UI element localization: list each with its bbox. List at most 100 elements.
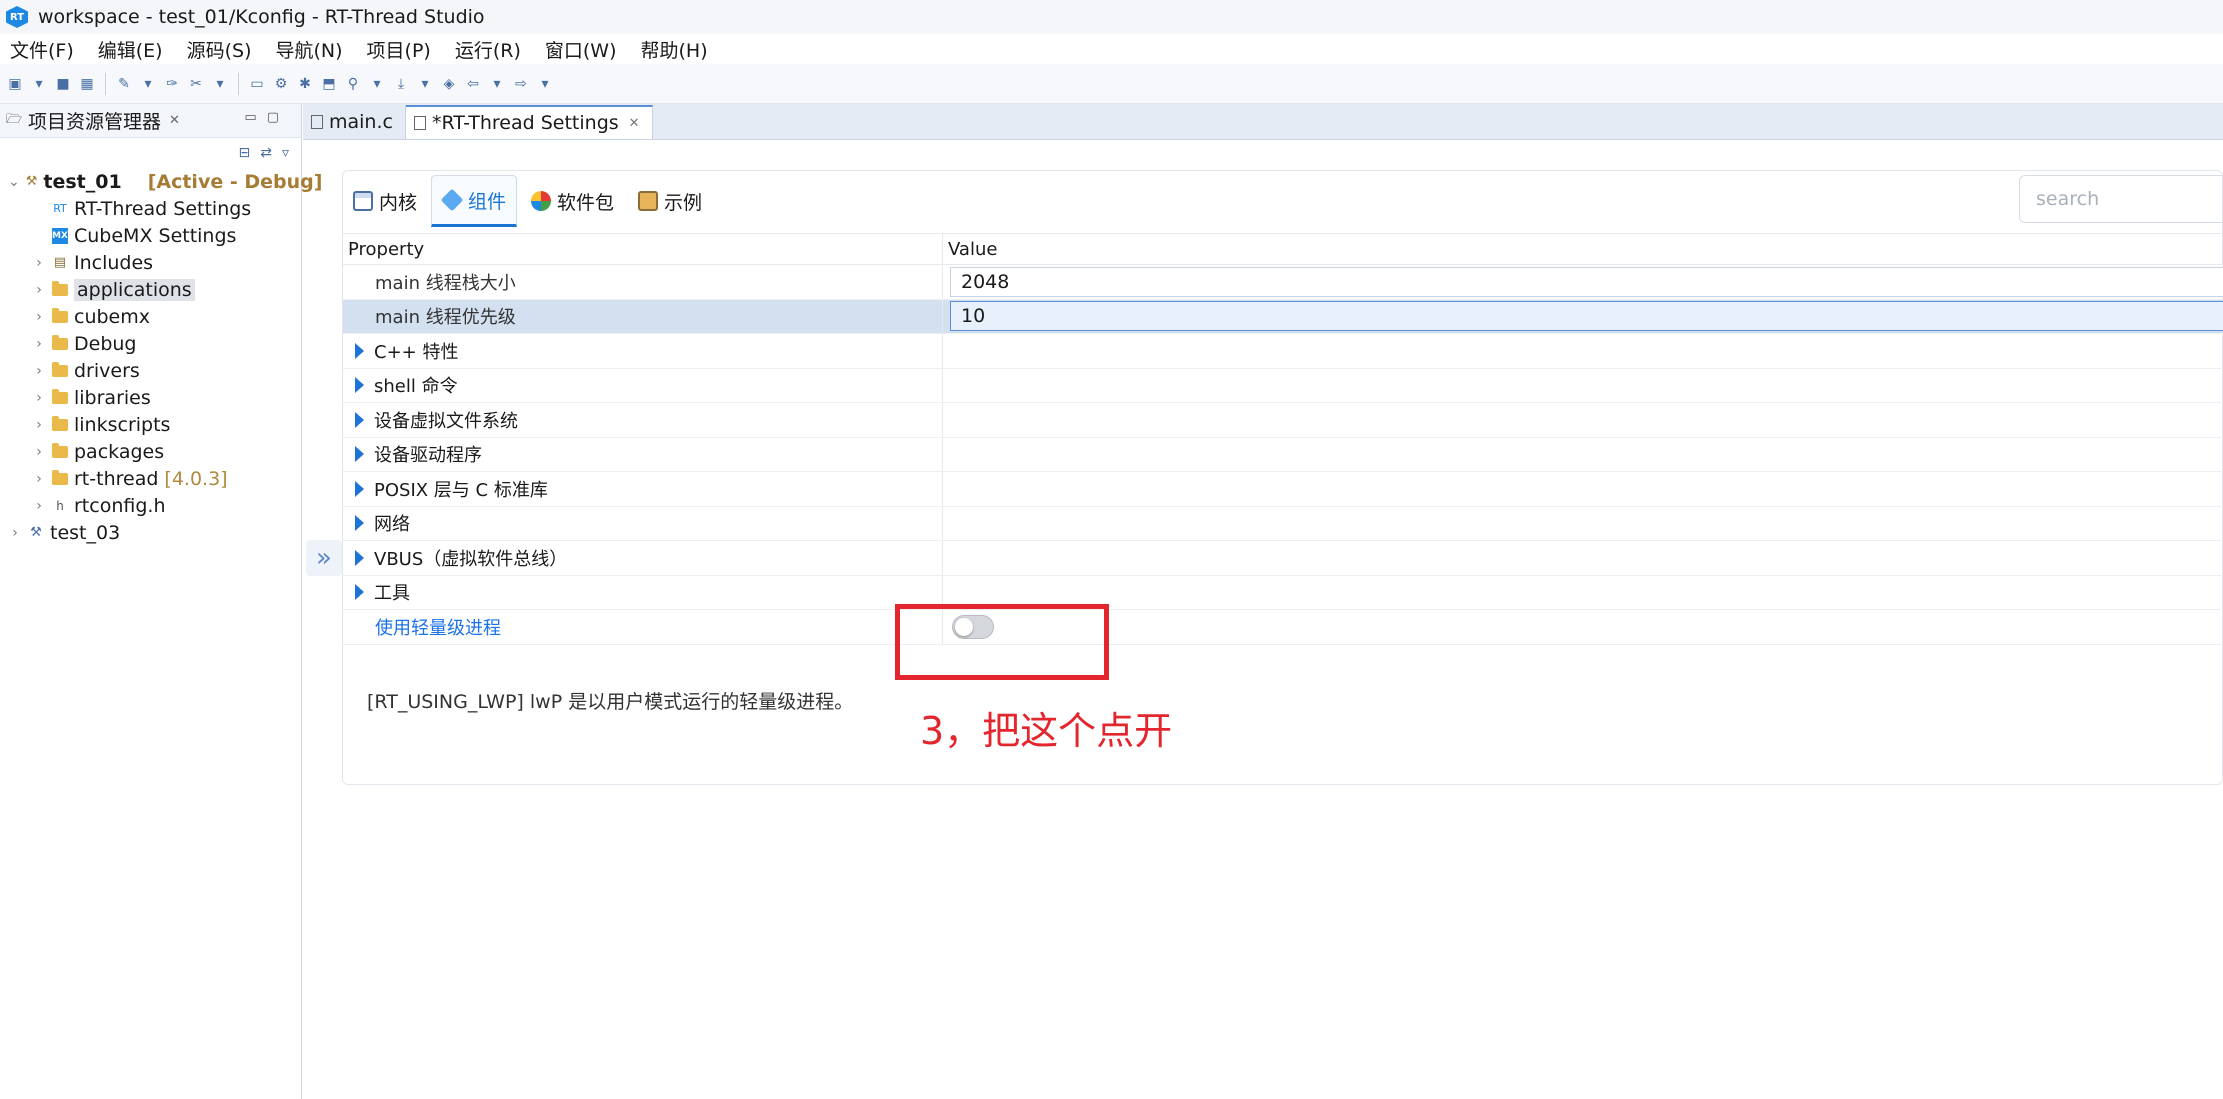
property-cell: 设备驱动程序 xyxy=(343,437,943,471)
dropdown-icon[interactable]: ▾ xyxy=(211,75,229,93)
flash-icon[interactable]: ⤓ xyxy=(392,75,410,93)
tree-item-libraries[interactable]: › libraries xyxy=(0,384,301,411)
folder-icon xyxy=(52,361,68,377)
row-use-lwp[interactable]: 使用轻量级进程 xyxy=(343,610,2223,645)
chevron-down-icon[interactable]: ⌄ xyxy=(8,174,20,190)
tree-item-cubemx-settings[interactable]: MX CubeMX Settings xyxy=(0,222,301,249)
rebuild-icon[interactable]: ✑ xyxy=(163,75,181,93)
expand-arrow-icon[interactable] xyxy=(355,342,364,359)
search-icon[interactable]: ⚲ xyxy=(344,75,362,93)
tree-project-test03[interactable]: › ⚒ test_03 xyxy=(0,519,301,546)
download-icon[interactable]: ⬒ xyxy=(320,75,338,93)
save-all-icon[interactable]: ▦ xyxy=(78,75,96,93)
menu-run[interactable]: 运行(R) xyxy=(455,36,521,63)
tab-rt-thread-settings[interactable]: *RT-Thread Settings ✕ xyxy=(405,105,653,139)
collapse-all-icon[interactable]: ⊟ xyxy=(239,145,251,161)
tree-label: packages xyxy=(74,440,165,463)
tree-item-rtconfig[interactable]: › h rtconfig.h xyxy=(0,492,301,519)
chevron-right-icon[interactable]: › xyxy=(32,471,46,487)
tree-item-linkscripts[interactable]: › linkscripts xyxy=(0,411,301,438)
chevron-right-icon[interactable]: › xyxy=(32,444,46,460)
menu-file[interactable]: 文件(F) xyxy=(10,36,74,63)
terminal-icon[interactable]: ▭ xyxy=(248,75,266,93)
row-dfs[interactable]: 设备虚拟文件系统 xyxy=(343,403,2223,438)
search-input[interactable]: search xyxy=(2019,175,2223,223)
row-network[interactable]: 网络 xyxy=(343,506,2223,541)
tree-item-drivers[interactable]: › drivers xyxy=(0,357,301,384)
expand-arrow-icon[interactable] xyxy=(355,480,364,497)
view-min-max-icon[interactable]: ▭▢ xyxy=(244,110,289,125)
expand-arrow-icon[interactable] xyxy=(355,377,364,394)
property-label: 网络 xyxy=(374,514,410,536)
view-menu-icon[interactable]: ▿ xyxy=(282,145,289,161)
tree-item-packages[interactable]: › packages xyxy=(0,438,301,465)
close-icon[interactable]: ✕ xyxy=(629,116,640,131)
dropdown-icon[interactable]: ▾ xyxy=(139,75,157,93)
settings-icon[interactable]: ⚙ xyxy=(272,75,290,93)
menu-help[interactable]: 帮助(H) xyxy=(641,36,708,63)
dropdown-icon[interactable]: ▾ xyxy=(488,75,506,93)
tree-item-cubemx[interactable]: › cubemx xyxy=(0,303,301,330)
row-vbus[interactable]: VBUS（虚拟软件总线） xyxy=(343,541,2223,576)
row-device-drivers[interactable]: 设备驱动程序 xyxy=(343,437,2223,472)
row-tools[interactable]: 工具 xyxy=(343,575,2223,610)
menu-project[interactable]: 项目(P) xyxy=(367,36,431,63)
dropdown-icon[interactable]: ▾ xyxy=(30,75,48,93)
row-shell-commands[interactable]: shell 命令 xyxy=(343,368,2223,403)
row-main-stack-size[interactable]: main 线程栈大小 2048 xyxy=(343,265,2223,300)
row-cpp-features[interactable]: C++ 特性 xyxy=(343,334,2223,369)
clean-icon[interactable]: ✂ xyxy=(187,75,205,93)
stack-size-input[interactable]: 2048 xyxy=(950,266,2223,297)
value-cell xyxy=(943,576,2223,610)
expand-arrow-icon[interactable] xyxy=(355,584,364,601)
expand-arrow-icon[interactable] xyxy=(355,446,364,463)
chevron-right-icon[interactable]: › xyxy=(32,282,46,298)
expand-arrow-icon[interactable] xyxy=(355,549,364,566)
back-icon[interactable]: ⇦ xyxy=(464,75,482,93)
new-icon[interactable]: ▣ xyxy=(6,75,24,93)
tab-kernel[interactable]: 内核 xyxy=(343,175,427,227)
dropdown-icon[interactable]: ▾ xyxy=(416,75,434,93)
chevron-right-icon[interactable]: › xyxy=(32,417,46,433)
sdk-icon[interactable]: ◈ xyxy=(440,75,458,93)
link-editor-icon[interactable]: ⇄ xyxy=(260,145,272,161)
priority-input[interactable]: 10 xyxy=(950,301,2223,332)
save-icon[interactable]: ■ xyxy=(54,75,72,93)
menu-navigate[interactable]: 导航(N) xyxy=(276,36,343,63)
debug-icon[interactable]: ✱ xyxy=(296,75,314,93)
row-main-priority[interactable]: main 线程优先级 10 xyxy=(343,299,2223,334)
close-view-icon[interactable]: ✕ xyxy=(169,113,180,128)
expand-panel-icon[interactable]: » xyxy=(306,540,342,576)
menu-source[interactable]: 源码(S) xyxy=(187,36,252,63)
toolbar: ▣ ▾ ■ ▦ ✎ ▾ ✑ ✂ ▾ ▭ ⚙ ✱ ⬒ ⚲ ▾ ⤓ ▾ ◈ ⇦ ▾ … xyxy=(0,64,2223,104)
build-icon[interactable]: ✎ xyxy=(115,75,133,93)
menu-window[interactable]: 窗口(W) xyxy=(545,36,617,63)
chevron-right-icon[interactable]: › xyxy=(32,336,46,352)
row-posix[interactable]: POSIX 层与 C 标准库 xyxy=(343,472,2223,507)
dropdown-icon[interactable]: ▾ xyxy=(536,75,554,93)
folder-icon xyxy=(52,442,68,458)
tree-project-test01[interactable]: ⌄ ⚒ test_01 [Active - Debug] xyxy=(0,168,322,195)
tab-packages[interactable]: 软件包 xyxy=(521,175,624,227)
tab-components[interactable]: 组件 xyxy=(431,175,518,227)
chevron-right-icon[interactable]: › xyxy=(32,309,46,325)
chevron-right-icon[interactable]: › xyxy=(32,363,46,379)
explorer-icon: 🗁 xyxy=(5,111,23,127)
value-cell xyxy=(943,369,2223,403)
menu-edit[interactable]: 编辑(E) xyxy=(98,36,163,63)
chevron-right-icon[interactable]: › xyxy=(32,498,46,514)
chevron-right-icon[interactable]: › xyxy=(8,525,22,541)
tree-item-applications[interactable]: › applications xyxy=(0,276,301,303)
tree-item-rt-thread-settings[interactable]: RT RT-Thread Settings xyxy=(0,195,301,222)
forward-icon[interactable]: ⇨ xyxy=(512,75,530,93)
tree-item-rt-thread[interactable]: › rt-thread [4.0.3] xyxy=(0,465,301,492)
expand-arrow-icon[interactable] xyxy=(355,411,364,428)
tree-item-debug[interactable]: › Debug xyxy=(0,330,301,357)
tab-examples[interactable]: 示例 xyxy=(628,175,712,227)
tree-item-includes[interactable]: › ▤ Includes xyxy=(0,249,301,276)
expand-arrow-icon[interactable] xyxy=(355,515,364,532)
chevron-right-icon[interactable]: › xyxy=(32,390,46,406)
tab-main-c[interactable]: main.c xyxy=(303,105,406,139)
chevron-right-icon[interactable]: › xyxy=(32,255,46,271)
dropdown-icon[interactable]: ▾ xyxy=(368,75,386,93)
